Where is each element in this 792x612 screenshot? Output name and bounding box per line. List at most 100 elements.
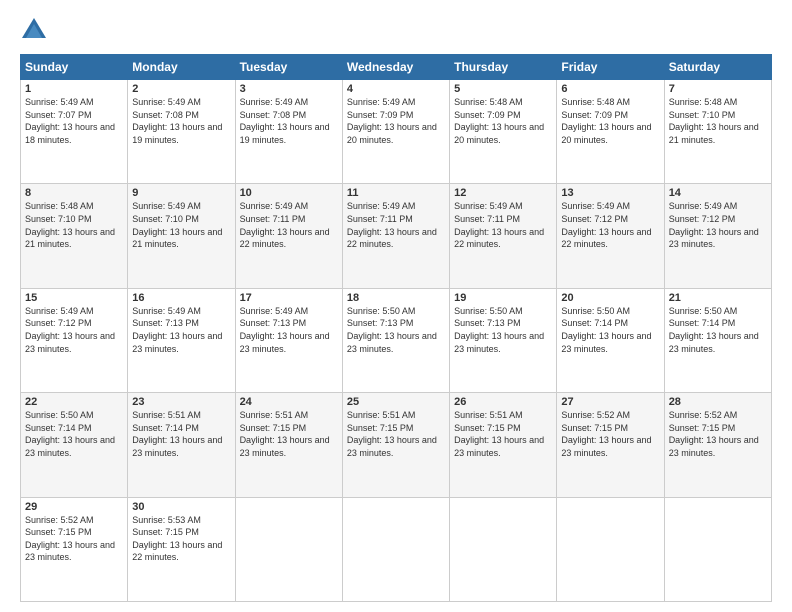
logo bbox=[20, 16, 52, 44]
day-number: 19 bbox=[454, 292, 552, 304]
day-cell bbox=[235, 497, 342, 601]
day-cell: 5 Sunrise: 5:48 AM Sunset: 7:09 PM Dayli… bbox=[450, 80, 557, 184]
day-number: 22 bbox=[25, 396, 123, 408]
day-info: Sunrise: 5:49 AM Sunset: 7:09 PM Dayligh… bbox=[347, 96, 445, 146]
day-info: Sunrise: 5:52 AM Sunset: 7:15 PM Dayligh… bbox=[25, 514, 123, 564]
day-number: 3 bbox=[240, 83, 338, 95]
header-cell-sunday: Sunday bbox=[21, 55, 128, 80]
day-cell: 6 Sunrise: 5:48 AM Sunset: 7:09 PM Dayli… bbox=[557, 80, 664, 184]
day-number: 9 bbox=[132, 187, 230, 199]
day-number: 28 bbox=[669, 396, 767, 408]
day-number: 30 bbox=[132, 501, 230, 513]
day-cell: 4 Sunrise: 5:49 AM Sunset: 7:09 PM Dayli… bbox=[342, 80, 449, 184]
day-info: Sunrise: 5:49 AM Sunset: 7:11 PM Dayligh… bbox=[454, 200, 552, 250]
day-info: Sunrise: 5:49 AM Sunset: 7:13 PM Dayligh… bbox=[240, 305, 338, 355]
day-number: 23 bbox=[132, 396, 230, 408]
week-row-3: 15 Sunrise: 5:49 AM Sunset: 7:12 PM Dayl… bbox=[21, 288, 772, 392]
day-cell: 25 Sunrise: 5:51 AM Sunset: 7:15 PM Dayl… bbox=[342, 393, 449, 497]
week-row-5: 29 Sunrise: 5:52 AM Sunset: 7:15 PM Dayl… bbox=[21, 497, 772, 601]
week-row-4: 22 Sunrise: 5:50 AM Sunset: 7:14 PM Dayl… bbox=[21, 393, 772, 497]
day-cell: 18 Sunrise: 5:50 AM Sunset: 7:13 PM Dayl… bbox=[342, 288, 449, 392]
day-info: Sunrise: 5:48 AM Sunset: 7:10 PM Dayligh… bbox=[25, 200, 123, 250]
day-cell: 23 Sunrise: 5:51 AM Sunset: 7:14 PM Dayl… bbox=[128, 393, 235, 497]
day-cell: 17 Sunrise: 5:49 AM Sunset: 7:13 PM Dayl… bbox=[235, 288, 342, 392]
day-number: 6 bbox=[561, 83, 659, 95]
day-info: Sunrise: 5:49 AM Sunset: 7:12 PM Dayligh… bbox=[669, 200, 767, 250]
header-cell-friday: Friday bbox=[557, 55, 664, 80]
day-number: 20 bbox=[561, 292, 659, 304]
day-cell: 1 Sunrise: 5:49 AM Sunset: 7:07 PM Dayli… bbox=[21, 80, 128, 184]
day-cell bbox=[342, 497, 449, 601]
day-info: Sunrise: 5:50 AM Sunset: 7:13 PM Dayligh… bbox=[454, 305, 552, 355]
page: SundayMondayTuesdayWednesdayThursdayFrid… bbox=[0, 0, 792, 612]
day-info: Sunrise: 5:49 AM Sunset: 7:07 PM Dayligh… bbox=[25, 96, 123, 146]
week-row-1: 1 Sunrise: 5:49 AM Sunset: 7:07 PM Dayli… bbox=[21, 80, 772, 184]
day-info: Sunrise: 5:49 AM Sunset: 7:10 PM Dayligh… bbox=[132, 200, 230, 250]
day-number: 12 bbox=[454, 187, 552, 199]
day-info: Sunrise: 5:53 AM Sunset: 7:15 PM Dayligh… bbox=[132, 514, 230, 564]
day-info: Sunrise: 5:48 AM Sunset: 7:10 PM Dayligh… bbox=[669, 96, 767, 146]
day-number: 14 bbox=[669, 187, 767, 199]
day-cell: 19 Sunrise: 5:50 AM Sunset: 7:13 PM Dayl… bbox=[450, 288, 557, 392]
header-cell-monday: Monday bbox=[128, 55, 235, 80]
day-info: Sunrise: 5:51 AM Sunset: 7:15 PM Dayligh… bbox=[347, 409, 445, 459]
header-row: SundayMondayTuesdayWednesdayThursdayFrid… bbox=[21, 55, 772, 80]
day-cell bbox=[557, 497, 664, 601]
day-info: Sunrise: 5:49 AM Sunset: 7:11 PM Dayligh… bbox=[240, 200, 338, 250]
day-cell: 20 Sunrise: 5:50 AM Sunset: 7:14 PM Dayl… bbox=[557, 288, 664, 392]
day-number: 7 bbox=[669, 83, 767, 95]
day-cell: 13 Sunrise: 5:49 AM Sunset: 7:12 PM Dayl… bbox=[557, 184, 664, 288]
day-cell: 30 Sunrise: 5:53 AM Sunset: 7:15 PM Dayl… bbox=[128, 497, 235, 601]
day-cell bbox=[450, 497, 557, 601]
day-number: 13 bbox=[561, 187, 659, 199]
day-info: Sunrise: 5:48 AM Sunset: 7:09 PM Dayligh… bbox=[561, 96, 659, 146]
day-info: Sunrise: 5:49 AM Sunset: 7:12 PM Dayligh… bbox=[561, 200, 659, 250]
day-info: Sunrise: 5:49 AM Sunset: 7:08 PM Dayligh… bbox=[240, 96, 338, 146]
header-cell-wednesday: Wednesday bbox=[342, 55, 449, 80]
day-info: Sunrise: 5:52 AM Sunset: 7:15 PM Dayligh… bbox=[561, 409, 659, 459]
day-info: Sunrise: 5:50 AM Sunset: 7:14 PM Dayligh… bbox=[669, 305, 767, 355]
day-info: Sunrise: 5:50 AM Sunset: 7:14 PM Dayligh… bbox=[561, 305, 659, 355]
day-number: 1 bbox=[25, 83, 123, 95]
day-number: 18 bbox=[347, 292, 445, 304]
calendar-table: SundayMondayTuesdayWednesdayThursdayFrid… bbox=[20, 54, 772, 602]
day-cell: 8 Sunrise: 5:48 AM Sunset: 7:10 PM Dayli… bbox=[21, 184, 128, 288]
day-info: Sunrise: 5:51 AM Sunset: 7:15 PM Dayligh… bbox=[454, 409, 552, 459]
day-cell: 22 Sunrise: 5:50 AM Sunset: 7:14 PM Dayl… bbox=[21, 393, 128, 497]
day-info: Sunrise: 5:48 AM Sunset: 7:09 PM Dayligh… bbox=[454, 96, 552, 146]
day-cell: 28 Sunrise: 5:52 AM Sunset: 7:15 PM Dayl… bbox=[664, 393, 771, 497]
day-info: Sunrise: 5:49 AM Sunset: 7:12 PM Dayligh… bbox=[25, 305, 123, 355]
header bbox=[20, 16, 772, 44]
day-number: 10 bbox=[240, 187, 338, 199]
day-cell: 10 Sunrise: 5:49 AM Sunset: 7:11 PM Dayl… bbox=[235, 184, 342, 288]
day-info: Sunrise: 5:50 AM Sunset: 7:14 PM Dayligh… bbox=[25, 409, 123, 459]
week-row-2: 8 Sunrise: 5:48 AM Sunset: 7:10 PM Dayli… bbox=[21, 184, 772, 288]
day-number: 25 bbox=[347, 396, 445, 408]
day-number: 26 bbox=[454, 396, 552, 408]
day-info: Sunrise: 5:49 AM Sunset: 7:08 PM Dayligh… bbox=[132, 96, 230, 146]
day-cell: 24 Sunrise: 5:51 AM Sunset: 7:15 PM Dayl… bbox=[235, 393, 342, 497]
day-number: 17 bbox=[240, 292, 338, 304]
day-cell: 29 Sunrise: 5:52 AM Sunset: 7:15 PM Dayl… bbox=[21, 497, 128, 601]
day-number: 24 bbox=[240, 396, 338, 408]
day-info: Sunrise: 5:51 AM Sunset: 7:15 PM Dayligh… bbox=[240, 409, 338, 459]
day-cell bbox=[664, 497, 771, 601]
day-info: Sunrise: 5:49 AM Sunset: 7:13 PM Dayligh… bbox=[132, 305, 230, 355]
day-cell: 12 Sunrise: 5:49 AM Sunset: 7:11 PM Dayl… bbox=[450, 184, 557, 288]
day-cell: 27 Sunrise: 5:52 AM Sunset: 7:15 PM Dayl… bbox=[557, 393, 664, 497]
day-info: Sunrise: 5:50 AM Sunset: 7:13 PM Dayligh… bbox=[347, 305, 445, 355]
day-cell: 21 Sunrise: 5:50 AM Sunset: 7:14 PM Dayl… bbox=[664, 288, 771, 392]
logo-icon bbox=[20, 16, 48, 44]
day-number: 27 bbox=[561, 396, 659, 408]
day-info: Sunrise: 5:52 AM Sunset: 7:15 PM Dayligh… bbox=[669, 409, 767, 459]
day-number: 8 bbox=[25, 187, 123, 199]
header-cell-thursday: Thursday bbox=[450, 55, 557, 80]
day-number: 15 bbox=[25, 292, 123, 304]
day-number: 2 bbox=[132, 83, 230, 95]
day-cell: 7 Sunrise: 5:48 AM Sunset: 7:10 PM Dayli… bbox=[664, 80, 771, 184]
day-info: Sunrise: 5:51 AM Sunset: 7:14 PM Dayligh… bbox=[132, 409, 230, 459]
day-number: 11 bbox=[347, 187, 445, 199]
day-cell: 26 Sunrise: 5:51 AM Sunset: 7:15 PM Dayl… bbox=[450, 393, 557, 497]
day-cell: 3 Sunrise: 5:49 AM Sunset: 7:08 PM Dayli… bbox=[235, 80, 342, 184]
day-number: 4 bbox=[347, 83, 445, 95]
